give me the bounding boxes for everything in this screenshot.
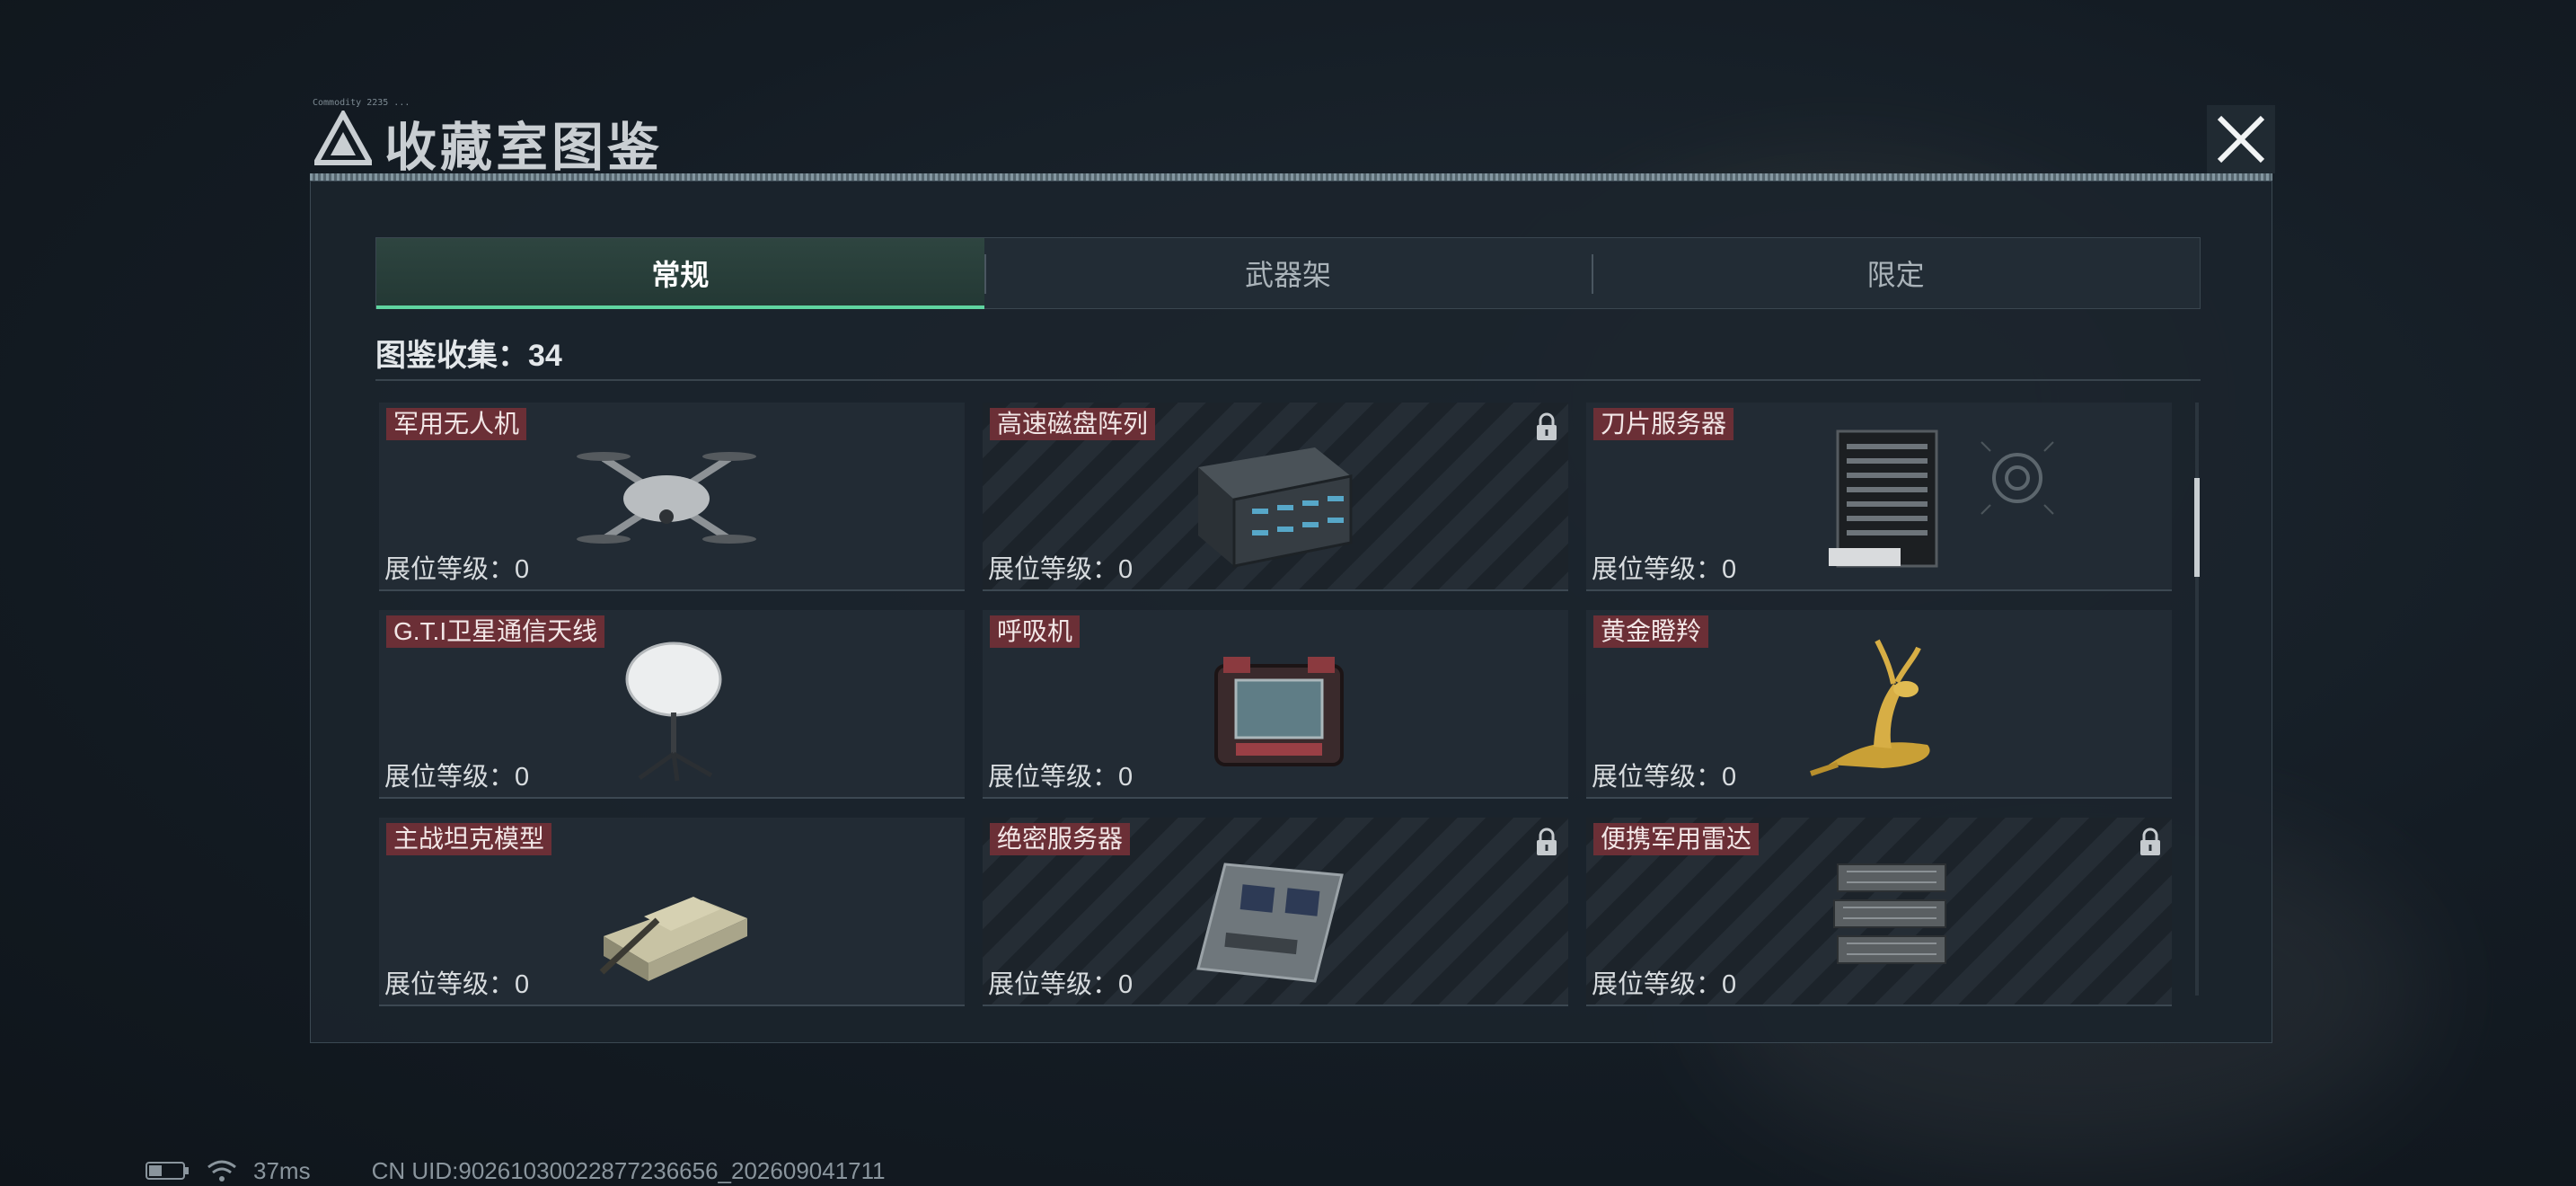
item-name: 绝密服务器 [990,823,1131,855]
item-card[interactable]: 刀片服务器 展位等级：0 [1586,403,2172,591]
lock-icon [2140,828,2160,855]
item-level: 展位等级：0 [988,555,1134,584]
item-card[interactable]: 黄金瞪羚 展位等级：0 [1586,610,2172,799]
server-board-icon [1196,863,1344,983]
item-level: 展位等级：0 [384,763,530,792]
close-icon[interactable] [2205,103,2277,175]
tank-model-icon [599,897,747,981]
item-card[interactable]: 军用无人机 展位等级：0 [379,403,965,591]
lock-icon [1537,828,1557,855]
item-level: 展位等级：0 [988,970,1134,999]
item-card[interactable]: 绝密服务器 展位等级：0 [983,818,1568,1006]
drone-icon [577,452,756,544]
scrollbar-thumb[interactable] [2194,478,2200,577]
tab-limited[interactable]: 限定 [1592,238,2200,308]
dialog-header: Commodity 2235 ... 收藏室图鉴 [305,94,2281,184]
item-level: 展位等级：0 [384,555,530,584]
item-level: 展位等级：0 [384,970,530,999]
collection-count: 图鉴收集：34 [375,339,562,373]
divider [375,379,2201,381]
item-card[interactable]: G.T.I卫星通信天线 展位等级：0 [379,610,965,799]
lock-icon [1537,412,1557,440]
item-card[interactable]: 主战坦克模型 展位等级：0 [379,818,965,1006]
item-name: 军用无人机 [386,408,527,440]
logo-icon [314,111,372,165]
item-name: 主战坦克模型 [386,823,552,855]
blade-server-icon [1829,429,2054,568]
item-level: 展位等级：0 [1592,970,1737,999]
item-name: 刀片服务器 [1593,408,1734,440]
satellite-antenna-icon [625,642,722,782]
collection-panel: 常规 武器架 限定 图鉴收集：34 军用无人机 展位等级：0 高速磁盘阵列 展位… [310,181,2272,1043]
ping-value: 37ms [253,1156,311,1184]
item-level: 展位等级：0 [1592,763,1737,792]
item-card[interactable]: 高速磁盘阵列 展位等级：0 [983,403,1568,591]
header-divider [310,173,2272,181]
item-name: 便携军用雷达 [1593,823,1760,855]
battery-icon [146,1162,189,1180]
user-uid: CN UID:90261030022877236656_202609041711 [371,1156,886,1184]
radar-icon [1833,863,1946,964]
golden-gazelle-icon [1810,639,1930,776]
item-grid: 军用无人机 展位等级：0 高速磁盘阵列 展位等级：0 刀片服务器 展位等级：0 … [379,403,2184,1006]
item-card[interactable]: 便携军用雷达 展位等级：0 [1586,818,2172,1006]
item-level: 展位等级：0 [1592,555,1737,584]
wifi-icon [207,1160,236,1182]
page-title: 收藏室图鉴 [384,119,664,177]
item-name: 高速磁盘阵列 [990,408,1156,440]
item-card[interactable]: 呼吸机 展位等级：0 [983,610,1568,799]
tab-regular[interactable]: 常规 [376,238,984,309]
item-level: 展位等级：0 [988,763,1134,792]
item-name: 黄金瞪羚 [1593,615,1709,648]
disk-array-icon [1198,447,1353,568]
status-bar: 37ms CN UID:90261030022877236656_2026090… [146,1157,886,1184]
item-name: 呼吸机 [990,615,1081,648]
ventilator-icon [1214,657,1344,766]
tab-weapon-rack[interactable]: 武器架 [984,238,1592,308]
tab-bar: 常规 武器架 限定 [375,237,2201,309]
